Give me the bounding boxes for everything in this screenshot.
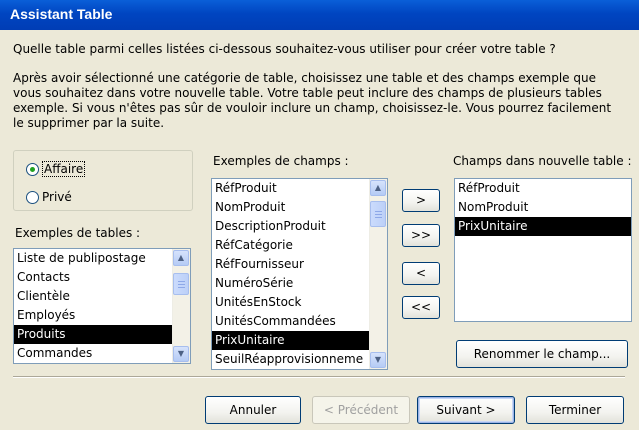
- list-item[interactable]: NuméroSérie: [212, 274, 387, 293]
- scroll-down-arrow-icon[interactable]: ▼: [173, 346, 189, 362]
- list-item-selected[interactable]: PrixUnitaire: [455, 217, 631, 236]
- new-fields-listbox[interactable]: RéfProduit NomProduit PrixUnitaire: [454, 178, 632, 322]
- radio-label-prive: Privé: [42, 190, 72, 204]
- fields-scrollbar[interactable]: ▲ ▼: [369, 179, 387, 369]
- add-all-fields-button[interactable]: >>: [402, 224, 440, 247]
- list-item[interactable]: UnitésCommandées: [212, 312, 387, 331]
- question-text: Quelle table parmi celles listées ci-des…: [13, 42, 556, 56]
- list-item[interactable]: Liste de publipostage: [14, 249, 190, 268]
- tables-listbox[interactable]: Liste de publipostage Contacts Clientèle…: [13, 248, 191, 364]
- assistant-table-dialog: Assistant Table Quelle table parmi celle…: [0, 0, 639, 430]
- list-item[interactable]: RéfFournisseur: [212, 255, 387, 274]
- add-field-button[interactable]: >: [402, 189, 440, 212]
- list-item-selected[interactable]: Produits: [14, 325, 190, 344]
- separator-line: [13, 376, 625, 378]
- radio-label-affaire: Affaire: [42, 161, 86, 177]
- scroll-up-arrow-icon[interactable]: ▲: [173, 250, 189, 266]
- radio-button-prive[interactable]: [26, 191, 39, 204]
- previous-button[interactable]: < Précédent: [312, 396, 410, 424]
- scroll-up-arrow-icon[interactable]: ▲: [370, 180, 386, 196]
- list-item[interactable]: Clientèle: [14, 287, 190, 306]
- window-title: Assistant Table: [10, 6, 113, 22]
- list-item[interactable]: Contacts: [14, 268, 190, 287]
- fields-label: Exemples de champs :: [213, 154, 349, 168]
- list-item[interactable]: Commandes: [14, 344, 190, 363]
- list-item[interactable]: NomProduit: [455, 198, 631, 217]
- list-item[interactable]: RéfProduit: [212, 179, 387, 198]
- list-item[interactable]: SeuilRéapprovisionneme: [212, 350, 387, 369]
- new-fields-label: Champs dans nouvelle table :: [453, 154, 632, 168]
- scroll-down-arrow-icon[interactable]: ▼: [370, 352, 386, 368]
- fields-listbox[interactable]: RéfProduit NomProduit DescriptionProduit…: [211, 178, 388, 370]
- list-item[interactable]: RéfCatégorie: [212, 236, 387, 255]
- category-group: [13, 150, 193, 211]
- next-button[interactable]: Suivant >: [417, 396, 515, 424]
- remove-all-fields-button[interactable]: <<: [402, 296, 440, 319]
- list-item[interactable]: UnitésEnStock: [212, 293, 387, 312]
- rename-field-button[interactable]: Renommer le champ...: [456, 340, 628, 368]
- list-item[interactable]: RéfProduit: [455, 179, 631, 198]
- tables-label: Exemples de tables :: [15, 226, 141, 240]
- list-item-selected[interactable]: PrixUnitaire: [212, 331, 387, 350]
- list-item[interactable]: NomProduit: [212, 198, 387, 217]
- scroll-thumb[interactable]: [173, 273, 189, 295]
- finish-button[interactable]: Terminer: [526, 396, 624, 424]
- scroll-thumb[interactable]: [370, 201, 386, 227]
- title-bar[interactable]: Assistant Table: [0, 0, 639, 30]
- list-item[interactable]: Employés: [14, 306, 190, 325]
- radio-selected-dot: [30, 167, 35, 172]
- remove-field-button[interactable]: <: [402, 262, 440, 285]
- cancel-button[interactable]: Annuler: [205, 396, 301, 424]
- radio-button-affaire[interactable]: [26, 163, 39, 176]
- instructions-text: Après avoir sélectionné une catégorie de…: [13, 71, 612, 130]
- list-item[interactable]: DescriptionProduit: [212, 217, 387, 236]
- tables-scrollbar[interactable]: ▲ ▼: [172, 249, 190, 363]
